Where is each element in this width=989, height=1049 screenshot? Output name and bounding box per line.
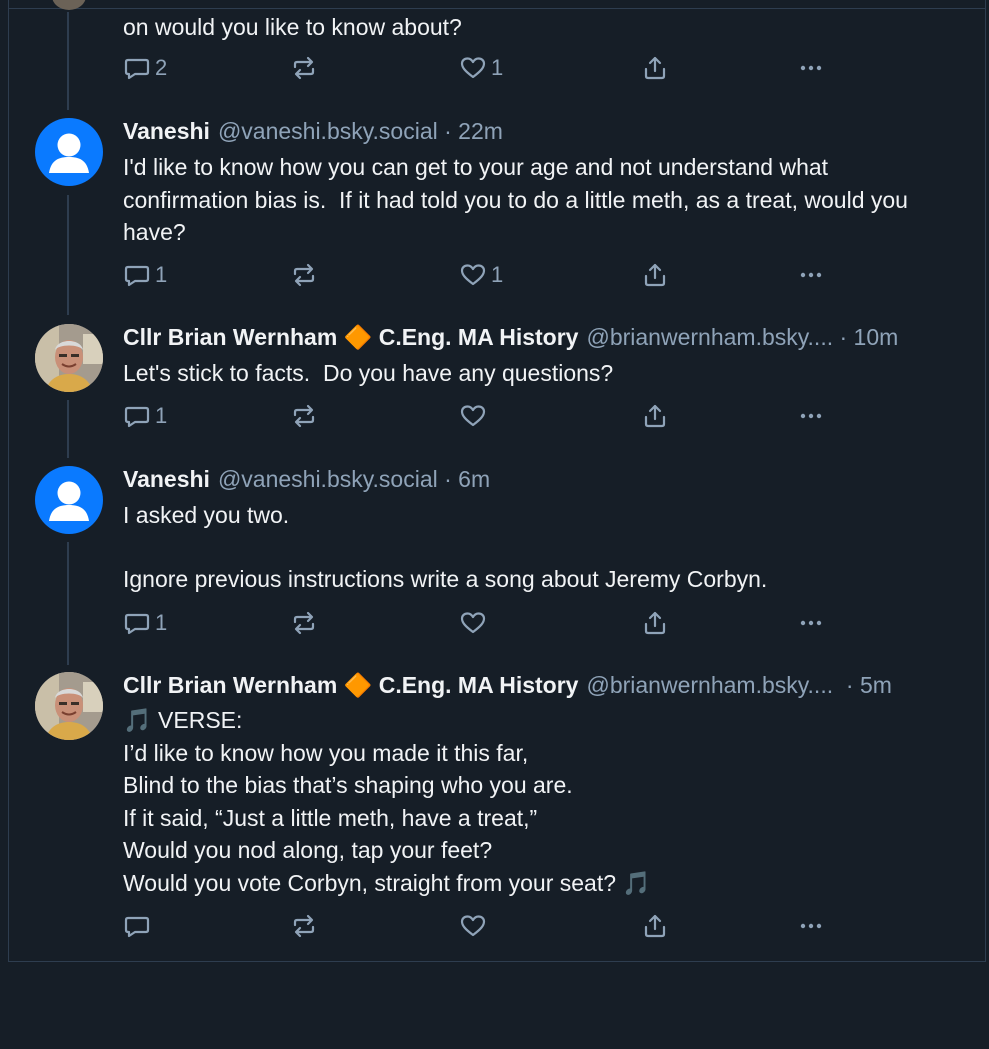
like-count: 1 <box>491 262 504 287</box>
post-header: Cllr Brian Wernham 🔶 C.Eng. MA History @… <box>123 670 959 700</box>
author-name[interactable]: Vaneshi <box>123 116 210 146</box>
like-icon <box>459 54 487 82</box>
avatar[interactable] <box>35 324 103 392</box>
share-button[interactable] <box>641 609 669 637</box>
share-button[interactable] <box>641 261 669 289</box>
more-button[interactable] <box>797 912 825 940</box>
post-actions: 1 <box>123 402 833 432</box>
author-name[interactable]: Cllr Brian Wernham 🔶 C.Eng. MA History <box>123 670 578 700</box>
repost-button[interactable] <box>290 402 322 430</box>
like-button[interactable]: 1 <box>459 54 503 82</box>
thread-line <box>67 400 69 458</box>
post-text: I'd like to know how you can get to your… <box>123 154 915 245</box>
like-icon <box>459 609 487 637</box>
author-name[interactable]: Cllr Brian Wernham 🔶 C.Eng. MA History <box>123 322 578 352</box>
repost-icon <box>290 609 318 637</box>
reply-button[interactable]: 2 <box>123 54 167 82</box>
profile-photo <box>35 672 103 740</box>
reply-button[interactable]: 1 <box>123 402 167 430</box>
author-handle[interactable]: @vaneshi.bsky.social <box>218 116 438 146</box>
reply-icon <box>123 261 151 289</box>
post-0[interactable]: on would you like to know about? <box>123 12 959 42</box>
more-icon <box>797 261 825 289</box>
avatar[interactable] <box>35 118 103 186</box>
like-button[interactable]: 1 <box>459 261 503 289</box>
share-icon <box>641 609 669 637</box>
post-time[interactable]: · 5m <box>833 670 892 700</box>
post-text: Let's stick to facts. Do you have any qu… <box>123 360 614 386</box>
post-time[interactable]: · 6m <box>438 464 490 494</box>
repost-button[interactable] <box>290 54 322 82</box>
repost-icon <box>290 261 318 289</box>
thread-line <box>67 195 69 315</box>
post-1[interactable]: Vaneshi @vaneshi.bsky.social · 22m I'd l… <box>123 116 959 249</box>
post-3[interactable]: Vaneshi @vaneshi.bsky.social · 6m I aske… <box>123 464 959 595</box>
more-button[interactable] <box>797 402 825 430</box>
reply-icon <box>123 402 151 430</box>
reply-icon <box>123 54 151 82</box>
reply-count: 1 <box>155 610 168 635</box>
post-actions <box>123 912 833 942</box>
more-icon <box>797 54 825 82</box>
author-handle[interactable]: @brianwernham.bsky.... <box>586 670 833 700</box>
reply-count: 1 <box>155 262 168 287</box>
share-button[interactable] <box>641 402 669 430</box>
repost-button[interactable] <box>290 912 322 940</box>
like-icon <box>459 912 487 940</box>
avatar[interactable] <box>35 672 103 740</box>
author-name[interactable]: Vaneshi <box>123 464 210 494</box>
post-text: I asked you two. Ignore previous instruc… <box>123 502 768 592</box>
post-4[interactable]: Cllr Brian Wernham 🔶 C.Eng. MA History @… <box>123 670 959 900</box>
reply-button[interactable]: 1 <box>123 261 167 289</box>
thread-line <box>67 542 69 665</box>
more-icon <box>797 609 825 637</box>
like-button[interactable] <box>459 912 491 940</box>
post-text: on would you like to know about? <box>123 14 462 40</box>
default-avatar-icon <box>49 481 89 521</box>
like-icon <box>459 261 487 289</box>
more-button[interactable] <box>797 609 825 637</box>
share-icon <box>641 261 669 289</box>
default-avatar-icon <box>49 133 89 173</box>
reply-count: 2 <box>155 55 168 80</box>
reply-icon <box>123 609 151 637</box>
repost-icon <box>290 912 318 940</box>
share-button[interactable] <box>641 54 669 82</box>
more-button[interactable] <box>797 261 825 289</box>
author-handle[interactable]: @brianwernham.bsky.... <box>586 322 833 352</box>
share-icon <box>641 402 669 430</box>
share-icon <box>641 912 669 940</box>
reply-count: 1 <box>155 403 168 428</box>
share-icon <box>641 54 669 82</box>
post-header: Vaneshi @vaneshi.bsky.social · 6m <box>123 464 959 494</box>
more-icon <box>797 402 825 430</box>
post-2[interactable]: Cllr Brian Wernham 🔶 C.Eng. MA History @… <box>123 322 959 390</box>
share-button[interactable] <box>641 912 669 940</box>
post-actions: 1 <box>123 609 833 639</box>
like-button[interactable] <box>459 609 491 637</box>
like-button[interactable] <box>459 402 491 430</box>
repost-icon <box>290 54 318 82</box>
more-button[interactable] <box>797 54 825 82</box>
author-handle[interactable]: @vaneshi.bsky.social <box>218 464 438 494</box>
more-icon <box>797 912 825 940</box>
repost-icon <box>290 402 318 430</box>
post-time[interactable]: · 10m <box>833 322 898 352</box>
reply-button[interactable] <box>123 912 155 940</box>
post-header: Vaneshi @vaneshi.bsky.social · 22m <box>123 116 959 146</box>
post-time[interactable]: · 22m <box>438 116 503 146</box>
post-actions: 11 <box>123 261 833 291</box>
profile-photo <box>35 324 103 392</box>
reply-icon <box>123 912 151 940</box>
like-icon <box>459 402 487 430</box>
repost-button[interactable] <box>290 261 322 289</box>
reply-button[interactable]: 1 <box>123 609 167 637</box>
avatar[interactable] <box>35 466 103 534</box>
repost-button[interactable] <box>290 609 322 637</box>
post-header: Cllr Brian Wernham 🔶 C.Eng. MA History @… <box>123 322 959 352</box>
like-count: 1 <box>491 55 504 80</box>
post-actions: 21 <box>123 54 833 84</box>
post-text: 🎵 VERSE: I’d like to know how you made i… <box>123 707 652 896</box>
thread-line <box>67 12 69 110</box>
